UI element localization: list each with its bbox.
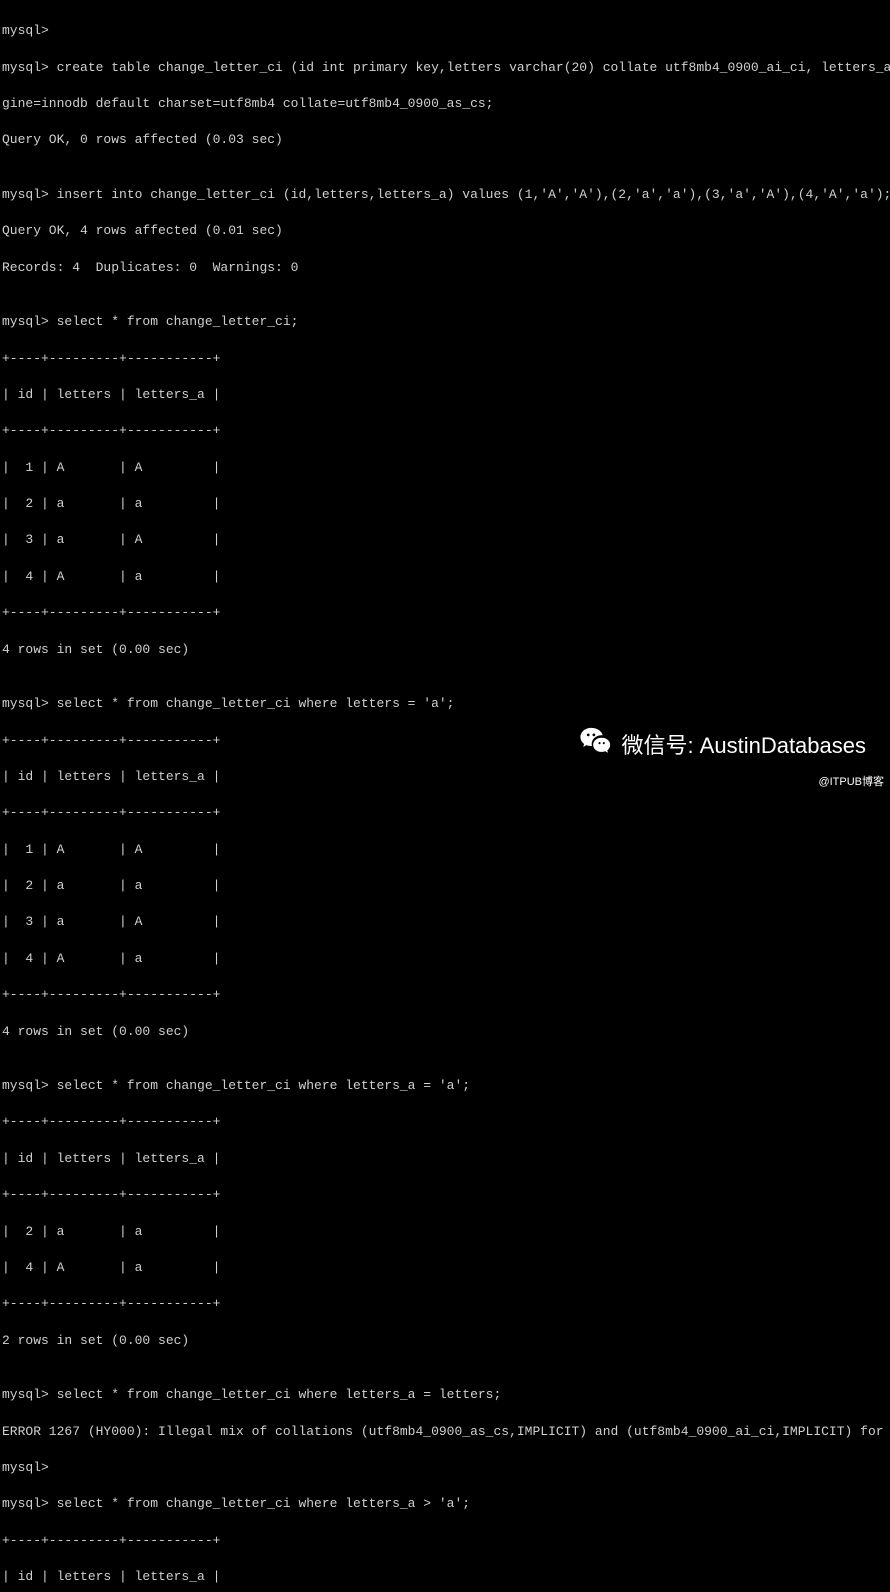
table-row: | 4 | A | a | [2, 568, 888, 586]
terminal-line: mysql> select * from change_letter_ci wh… [2, 1495, 888, 1513]
terminal-line: mysql> select * from change_letter_ci wh… [2, 1077, 888, 1095]
terminal-line: gine=innodb default charset=utf8mb4 coll… [2, 95, 888, 113]
watermark: 微信号: AustinDatabases [579, 725, 866, 768]
table-header: | id | letters | letters_a | [2, 386, 888, 404]
wechat-icon [579, 725, 613, 768]
table-row: | 4 | A | a | [2, 1259, 888, 1277]
table-border: +----+---------+-----------+ [2, 1532, 888, 1550]
table-header: | id | letters | letters_a | [2, 1150, 888, 1168]
table-row: | 1 | A | A | [2, 459, 888, 477]
table-border: +----+---------+-----------+ [2, 1295, 888, 1313]
table-border: +----+---------+-----------+ [2, 804, 888, 822]
watermark-text: 微信号: AustinDatabases [621, 731, 866, 762]
table-row: | 3 | a | A | [2, 531, 888, 549]
table-header: | id | letters | letters_a | [2, 1568, 888, 1586]
terminal-line: mysql> [2, 22, 888, 40]
terminal-line: mysql> insert into change_letter_ci (id,… [2, 186, 888, 204]
result-line: 4 rows in set (0.00 sec) [2, 641, 888, 659]
terminal-line: Query OK, 0 rows affected (0.03 sec) [2, 131, 888, 149]
terminal-line: mysql> create table change_letter_ci (id… [2, 59, 888, 77]
table-border: +----+---------+-----------+ [2, 422, 888, 440]
terminal-line: Query OK, 4 rows affected (0.01 sec) [2, 222, 888, 240]
credit-label: @ITPUB博客 [818, 775, 884, 790]
result-line: 2 rows in set (0.00 sec) [2, 1332, 888, 1350]
table-row: | 2 | a | a | [2, 1223, 888, 1241]
result-line: 4 rows in set (0.00 sec) [2, 1023, 888, 1041]
terminal-line: Records: 4 Duplicates: 0 Warnings: 0 [2, 259, 888, 277]
terminal-line: mysql> [2, 1459, 888, 1477]
terminal-line: mysql> select * from change_letter_ci wh… [2, 695, 888, 713]
table-row: | 4 | A | a | [2, 950, 888, 968]
table-border: +----+---------+-----------+ [2, 350, 888, 368]
table-border: +----+---------+-----------+ [2, 986, 888, 1004]
table-row: | 2 | a | a | [2, 495, 888, 513]
table-row: | 2 | a | a | [2, 877, 888, 895]
table-border: +----+---------+-----------+ [2, 604, 888, 622]
error-line: ERROR 1267 (HY000): Illegal mix of colla… [2, 1423, 888, 1441]
terminal-output[interactable]: mysql> mysql> create table change_letter… [2, 4, 888, 1592]
table-header: | id | letters | letters_a | [2, 768, 888, 786]
terminal-line: mysql> select * from change_letter_ci wh… [2, 1386, 888, 1404]
terminal-line: mysql> select * from change_letter_ci; [2, 313, 888, 331]
table-border: +----+---------+-----------+ [2, 1186, 888, 1204]
table-row: | 3 | a | A | [2, 913, 888, 931]
table-border: +----+---------+-----------+ [2, 1113, 888, 1131]
table-row: | 1 | A | A | [2, 841, 888, 859]
